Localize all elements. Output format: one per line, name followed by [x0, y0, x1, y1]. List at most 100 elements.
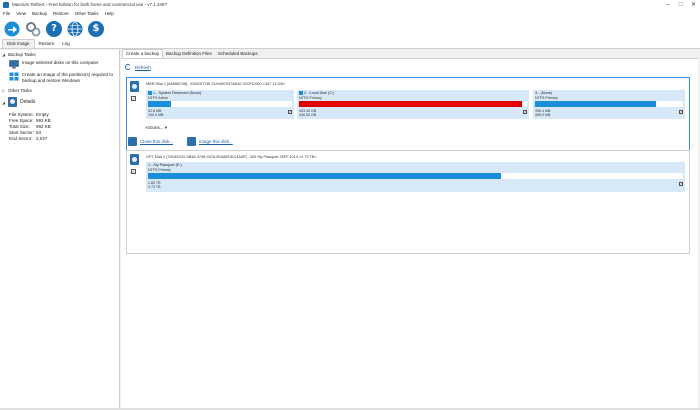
- menu-view[interactable]: View: [16, 11, 26, 16]
- partition-fs: NTFS Primary: [148, 168, 171, 172]
- disk-2-title: GPT Disk 2 [7D04E220-0B48-4798-9478-0EA8…: [146, 155, 317, 159]
- dollar-icon: $: [88, 20, 104, 37]
- partition-name: 1 - System Reserved (None): [148, 91, 201, 95]
- monitor-icon: [9, 60, 19, 69]
- task1-label: Image selected disks on this computer: [22, 60, 99, 65]
- partition-1[interactable]: 1 - System Reserved (None) NTFS Active 3…: [146, 90, 294, 119]
- disk-icon: [130, 81, 139, 92]
- backup-button[interactable]: [3, 20, 21, 38]
- partition-fs: NTFS Primary: [299, 96, 322, 100]
- task-image-windows-partitions[interactable]: Create an image of the partition(s) requ…: [0, 71, 119, 86]
- clone-label: Clone this disk...: [140, 139, 174, 144]
- task-image-selected-disks[interactable]: Image selected disks on this computer: [0, 59, 119, 71]
- tab-log[interactable]: Log: [58, 40, 74, 48]
- disk-1-checkbox[interactable]: ✓: [131, 96, 136, 101]
- usage-fill: [299, 101, 523, 107]
- details-label: Details: [20, 99, 36, 105]
- other-tasks-header[interactable]: ▷ Other Tasks: [0, 86, 119, 95]
- partition-name-text: 1 - System Reserved (None): [153, 91, 202, 95]
- actions-label: Actions...: [145, 125, 164, 130]
- image-disk-link[interactable]: Image this disk...: [187, 137, 233, 146]
- clone-disk-link[interactable]: Clone this disk...: [128, 137, 173, 146]
- total-size: 499.0 MB: [535, 113, 551, 117]
- main-panel: Create a backup Backup Definition Files …: [121, 49, 698, 408]
- usage-bar: [148, 173, 683, 179]
- partition-checkbox[interactable]: ✓: [679, 110, 683, 114]
- menu-restore[interactable]: Restore: [53, 11, 69, 16]
- partition-size: 396.4 MB 499.0 MB: [535, 109, 550, 117]
- tab-disk-image[interactable]: Disk Image: [2, 39, 35, 48]
- partition-checkbox[interactable]: ✓: [679, 182, 683, 186]
- menu-help[interactable]: Help: [105, 11, 114, 16]
- refresh-link[interactable]: Refresh: [125, 64, 151, 70]
- usage-fill: [535, 101, 657, 107]
- refresh-label: Refresh: [135, 64, 151, 70]
- detail-row: End Sector: 2,047: [9, 136, 119, 142]
- partition-name-text: 3 - (None): [535, 91, 553, 95]
- details-header[interactable]: ◢ Details: [0, 95, 119, 109]
- usage-bar: [299, 101, 527, 107]
- partition-2[interactable]: 2 - Local Disk (C:) NTFS Primary 403.44 …: [297, 90, 529, 119]
- menu-file[interactable]: File: [3, 11, 10, 16]
- help-icon: ?: [46, 20, 62, 37]
- usage-fill: [148, 101, 172, 107]
- tab-backup-definition-files[interactable]: Backup Definition Files: [163, 50, 215, 58]
- disk-2-panel[interactable]: GPT Disk 2 [7D04E220-0B48-4798-9478-0EA8…: [126, 150, 690, 254]
- refresh-icon: [125, 64, 131, 70]
- partition-fs: NTFS Active: [148, 96, 168, 100]
- actions-dropdown[interactable]: Actions... ▾: [145, 125, 167, 131]
- menu-other-tasks[interactable]: Other Tasks: [75, 11, 99, 16]
- minimize-button[interactable]: ─: [661, 0, 674, 9]
- close-button[interactable]: ✕: [687, 0, 700, 9]
- window-title: Macrium Reflect - Free Edition for both …: [12, 2, 168, 7]
- detail-value: 2,047: [36, 136, 48, 141]
- usage-fill: [148, 173, 502, 179]
- details-list: File System: Empty Free Space: 992 KB Tota…: [0, 112, 119, 142]
- detail-key: End Sector:: [9, 136, 33, 141]
- settings-button[interactable]: [24, 20, 42, 38]
- task2-label: Create an image of the partition(s) requ…: [22, 72, 114, 83]
- usage-bar: [535, 101, 683, 107]
- help-button[interactable]: ?: [45, 20, 63, 38]
- partition-checkbox[interactable]: ✓: [288, 110, 292, 114]
- partition-checkbox[interactable]: ✓: [523, 110, 527, 114]
- tab-restore[interactable]: Restore: [35, 40, 59, 48]
- partition-name: 2 - Local Disk (C:): [299, 91, 334, 95]
- partition-1[interactable]: 1 - My Passport (E:) NTFS Primary 1.80 T…: [146, 162, 685, 192]
- menu-bar: File View Backup Restore Other Tasks Hel…: [0, 9, 700, 17]
- clone-icon: [128, 137, 137, 146]
- windows-logo-icon: [9, 72, 19, 81]
- partition-3[interactable]: 3 - (None) NTFS Primary 396.4 MB 499.0 MB…: [533, 90, 685, 119]
- total-size: 100.0 MB: [148, 113, 164, 117]
- tab-create-backup[interactable]: Create a backup: [122, 49, 164, 58]
- chevron-down-icon: ▾: [164, 125, 168, 130]
- other-tasks-label: Other Tasks: [8, 88, 32, 93]
- backup-tasks-header[interactable]: ◢ Backup Tasks: [0, 50, 119, 59]
- image-label: Image this disk...: [199, 139, 233, 144]
- partition-name: 1 - My Passport (E:): [148, 163, 182, 167]
- left-panel: ◢ Backup Tasks Image selected disks on t…: [0, 50, 120, 408]
- partition-fs: NTFS Primary: [535, 96, 558, 100]
- tab-scheduled-backups[interactable]: Scheduled Backups: [215, 50, 261, 58]
- buy-button[interactable]: $: [87, 20, 105, 38]
- disk-1-links: Clone this disk... Image this disk...: [128, 137, 247, 146]
- toolbar: ? $: [0, 17, 700, 40]
- total-size: 2.73 TB: [148, 185, 161, 189]
- windows-logo-icon: [299, 91, 303, 95]
- disk-1-title: MBR Disk 1 [A6896C08] - KINGSTON SUV400S…: [146, 82, 286, 86]
- globe-icon: [67, 21, 83, 36]
- partition-name-text: 1 - My Passport (E:): [148, 163, 182, 167]
- partition-name-text: 2 - Local Disk (C:): [304, 91, 335, 95]
- disk-2-checkbox[interactable]: ✓: [131, 169, 136, 174]
- partition-size: 403.44 GB 446.53 GB: [299, 109, 316, 117]
- usage-bar: [148, 101, 292, 107]
- web-button[interactable]: [66, 20, 84, 38]
- menu-backup[interactable]: Backup: [32, 11, 47, 16]
- image-icon: [187, 137, 197, 146]
- backup-icon: [4, 21, 20, 36]
- maximize-button[interactable]: □: [674, 0, 687, 9]
- partition-name: 3 - (None): [535, 91, 552, 95]
- partition-size: 32.8 MB 100.0 MB: [148, 109, 163, 117]
- app-logo-icon: [3, 1, 9, 8]
- gear-icon: [26, 21, 41, 36]
